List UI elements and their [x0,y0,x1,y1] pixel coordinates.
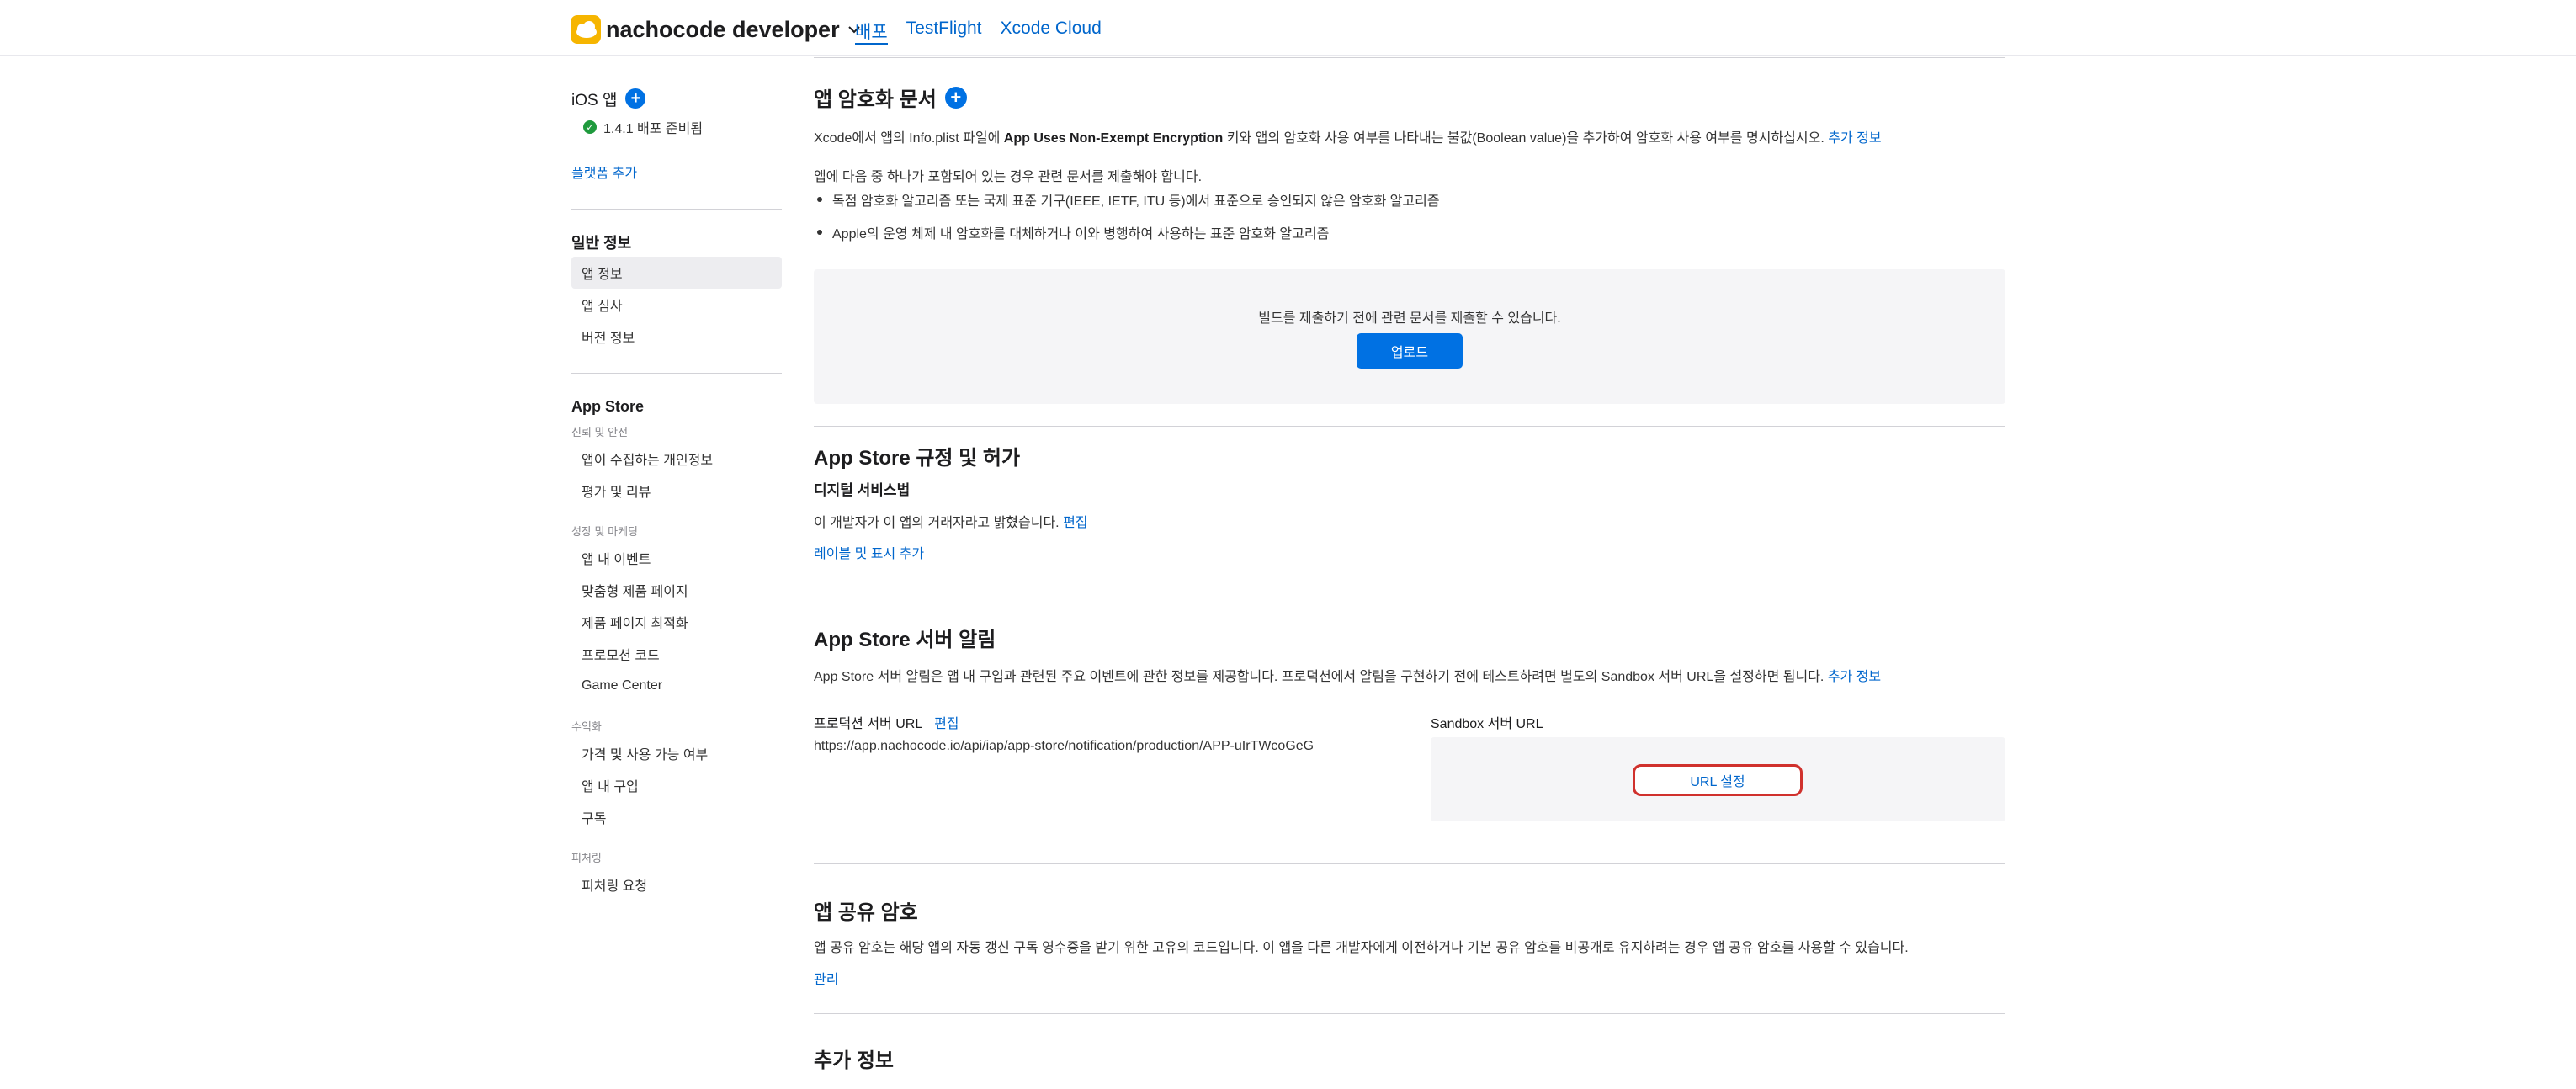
shared-secret-title: 앱 공유 암호 [814,901,918,924]
version-status[interactable]: ✓ 1.4.1 배포 준비됨 [571,114,782,140]
encryption-intro: 앱에 다음 중 하나가 포함되어 있는 경우 관련 문서를 제출해야 합니다. [814,170,1203,184]
encryption-description: Xcode에서 앱의 Info.plist 파일에 App Uses Non-E… [814,126,1882,146]
production-url-label-row: 프로덕션 서버 URL 편집 [814,712,959,732]
group-featuring: 피처링 [571,851,602,864]
regulation-title: App Store 규정 및 허가 [814,447,1021,470]
server-notifications-title: App Store 서버 알림 [814,629,996,651]
tab-testflight[interactable]: TestFlight [906,19,982,45]
add-label-link[interactable]: 레이블 및 표시 추가 [814,542,924,562]
group-revenue: 수익화 [571,720,602,733]
production-url-edit-link[interactable]: 편집 [934,717,959,731]
sidebar-item-custom-product-pages[interactable]: 맞춤형 제품 페이지 [571,574,782,606]
divider [571,209,782,210]
app-logo-icon [571,15,601,44]
add-version-plus-icon[interactable]: + [625,88,646,109]
sidebar-item-subscriptions[interactable]: 구독 [571,801,782,833]
sidebar: iOS 앱 + ✓ 1.4.1 배포 준비됨 플랫폼 추가 일반 정보 앱 정보… [571,84,782,900]
list-item: 독점 암호화 알고리즘 또는 국제 표준 기구(IEEE, IETF, ITU … [814,189,1440,210]
sidebar-item-in-app-purchases[interactable]: 앱 내 구입 [571,769,782,801]
divider [571,373,782,374]
production-url-value: https://app.nachocode.io/api/iap/app-sto… [814,739,1315,753]
sidebar-item-promo-codes[interactable]: 프로모션 코드 [571,638,782,670]
encryption-desc-key: App Uses Non-Exempt Encryption [1003,131,1224,146]
trader-status: 이 개발자가 이 앱의 거래자라고 밝혔습니다. 편집 [814,511,1088,531]
section-app-store: App Store [571,397,645,415]
list-item-text: 독점 암호화 알고리즘 또는 국제 표준 기구(IEEE, IETF, ITU … [832,194,1440,209]
sidebar-item-product-page-optimization[interactable]: 제품 페이지 최적화 [571,606,782,638]
version-status-label: 1.4.1 배포 준비됨 [603,122,704,136]
list-item: Apple의 운영 체제 내 암호화를 대체하거나 이와 병행하여 사용하는 표… [814,222,1329,242]
more-info-title: 추가 정보 [814,1049,894,1072]
add-document-plus-icon[interactable]: + [944,86,967,109]
sandbox-url-panel: URL 설정 [1431,737,2005,821]
sidebar-item-ratings[interactable]: 평가 및 리뷰 [571,475,782,507]
section-general: 일반 정보 [571,235,632,252]
shared-secret-description: 앱 공유 암호는 해당 앱의 자동 갱신 구독 영수증을 받기 위한 고유의 코… [814,941,1909,955]
sidebar-item-featuring-request[interactable]: 피처링 요청 [571,869,782,900]
check-circle-icon: ✓ [583,120,597,134]
encryption-desc-pre: Xcode에서 앱의 Info.plist 파일에 [814,131,1004,146]
encryption-title: 앱 암호화 문서 [814,88,937,111]
group-growth: 성장 및 마케팅 [571,524,638,538]
sidebar-item-app-review[interactable]: 앱 심사 [571,289,782,321]
upload-hint: 빌드를 제출하기 전에 관련 문서를 제출할 수 있습니다. [1258,311,1561,326]
platform-title: iOS 앱 [571,91,618,109]
set-url-button[interactable]: URL 설정 [1633,764,1803,796]
sidebar-item-privacy[interactable]: 앱이 수집하는 개인정보 [571,443,782,475]
server-notifications-description: App Store 서버 알림은 앱 내 구입과 관련된 주요 이벤트에 관한 … [814,665,1881,685]
server-notifications-desc-text: App Store 서버 알림은 앱 내 구입과 관련된 주요 이벤트에 관한 … [814,670,1828,684]
tab-xcode-cloud[interactable]: Xcode Cloud [1001,19,1102,45]
team-switcher[interactable]: nachocode developer [571,13,862,45]
sidebar-item-app-info[interactable]: 앱 정보 [571,257,782,289]
sidebar-item-game-center[interactable]: Game Center [571,670,782,702]
manage-link[interactable]: 관리 [814,968,838,988]
top-header: nachocode developer 배포 TestFlight Xcode … [0,0,2576,56]
divider [814,863,2005,864]
server-notifications-more-info-link[interactable]: 추가 정보 [1828,670,1881,684]
platform-header: iOS 앱 + [571,84,782,113]
trader-text: 이 개발자가 이 앱의 거래자라고 밝혔습니다. [814,516,1064,530]
divider [814,426,2005,427]
encryption-section-title: 앱 암호화 문서 + [814,82,967,112]
tab-distribution[interactable]: 배포 [855,19,888,45]
upload-panel: 빌드를 제출하기 전에 관련 문서를 제출할 수 있습니다. 업로드 [814,269,2005,404]
top-nav: 배포 TestFlight Xcode Cloud [855,19,1102,45]
sidebar-item-version-info[interactable]: 버전 정보 [571,321,782,353]
encryption-more-info-link[interactable]: 추가 정보 [1828,131,1881,146]
encryption-desc-post: 키와 앱의 암호화 사용 여부를 나타내는 불값(Boolean value)을… [1223,131,1829,146]
add-platform-link[interactable]: 플랫폼 추가 [571,162,782,182]
upload-button[interactable]: 업로드 [1357,333,1463,369]
sidebar-item-in-app-events[interactable]: 앱 내 이벤트 [571,542,782,574]
group-trust: 신뢰 및 안전 [571,425,629,438]
sandbox-url-label: Sandbox 서버 URL [1431,717,1543,731]
sidebar-item-pricing[interactable]: 가격 및 사용 가능 여부 [571,737,782,769]
trader-edit-link[interactable]: 편집 [1063,516,1087,530]
dsa-subtitle: 디지털 서비스법 [814,482,911,498]
list-item-text: Apple의 운영 체제 내 암호화를 대체하거나 이와 병행하여 사용하는 표… [832,227,1330,242]
production-url-label: 프로덕션 서버 URL [814,717,922,731]
divider [814,1013,2005,1014]
team-name: nachocode developer [606,16,840,42]
divider [814,57,2005,58]
